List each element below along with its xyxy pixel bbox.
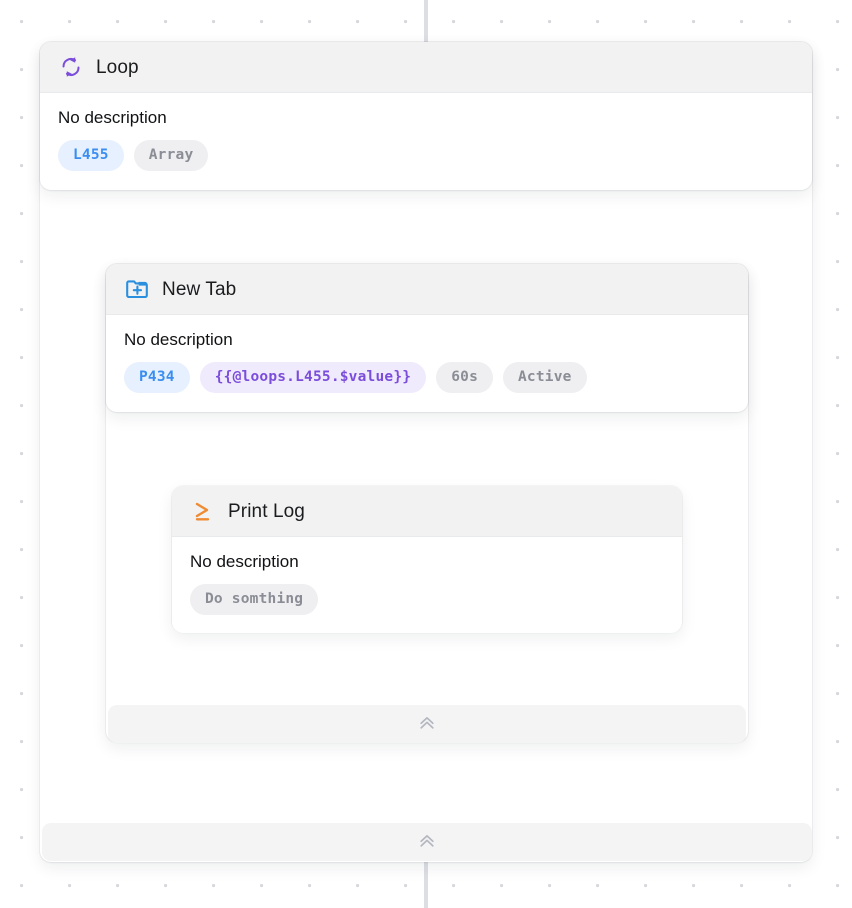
chevron-double-up-icon bbox=[417, 830, 437, 855]
badge-url-expression[interactable]: {{@loops.L455.$value}} bbox=[199, 361, 427, 393]
node-new-tab[interactable]: New Tab No description P434 {{@loops.L45… bbox=[106, 264, 748, 412]
new-tab-icon bbox=[124, 276, 150, 302]
newtab-node-header[interactable]: New Tab bbox=[106, 264, 748, 315]
loop-node-description: No description bbox=[58, 108, 167, 127]
loop-node-body: No description L455 Array bbox=[40, 93, 812, 189]
workflow-canvas[interactable]: Loop No description L455 Array New Tab N… bbox=[0, 0, 852, 908]
badge-page-id[interactable]: P434 bbox=[124, 361, 190, 393]
loop-badge-row: L455 Array bbox=[58, 139, 794, 171]
printlog-node-description: No description bbox=[190, 552, 299, 571]
newtab-badge-row: P434 {{@loops.L455.$value}} 60s Active bbox=[124, 361, 730, 393]
printlog-node-body: No description Do somthing bbox=[172, 537, 682, 633]
printlog-node-header[interactable]: Print Log bbox=[172, 486, 682, 537]
collapse-bar-new-tab[interactable] bbox=[108, 705, 746, 743]
terminal-prompt-icon bbox=[190, 498, 216, 524]
printlog-node-title: Print Log bbox=[228, 500, 305, 522]
newtab-node-description: No description bbox=[124, 330, 233, 349]
loop-node-header[interactable]: Loop bbox=[40, 42, 812, 93]
collapse-bar-loop[interactable] bbox=[42, 823, 812, 861]
chevron-double-up-icon bbox=[417, 712, 437, 737]
connector-line-top bbox=[424, 0, 428, 42]
loop-node-title: Loop bbox=[96, 56, 139, 78]
printlog-badge-row: Do somthing bbox=[190, 583, 664, 615]
node-print-log[interactable]: Print Log No description Do somthing bbox=[172, 486, 682, 633]
badge-status[interactable]: Active bbox=[503, 361, 587, 393]
loop-refresh-icon bbox=[58, 54, 84, 80]
node-loop[interactable]: Loop No description L455 Array bbox=[40, 42, 812, 190]
badge-timeout[interactable]: 60s bbox=[436, 361, 493, 393]
badge-loop-type[interactable]: Array bbox=[133, 139, 209, 171]
newtab-node-title: New Tab bbox=[162, 278, 237, 300]
newtab-node-body: No description P434 {{@loops.L455.$value… bbox=[106, 315, 748, 411]
badge-loop-id[interactable]: L455 bbox=[58, 139, 124, 171]
badge-action[interactable]: Do somthing bbox=[190, 583, 319, 615]
